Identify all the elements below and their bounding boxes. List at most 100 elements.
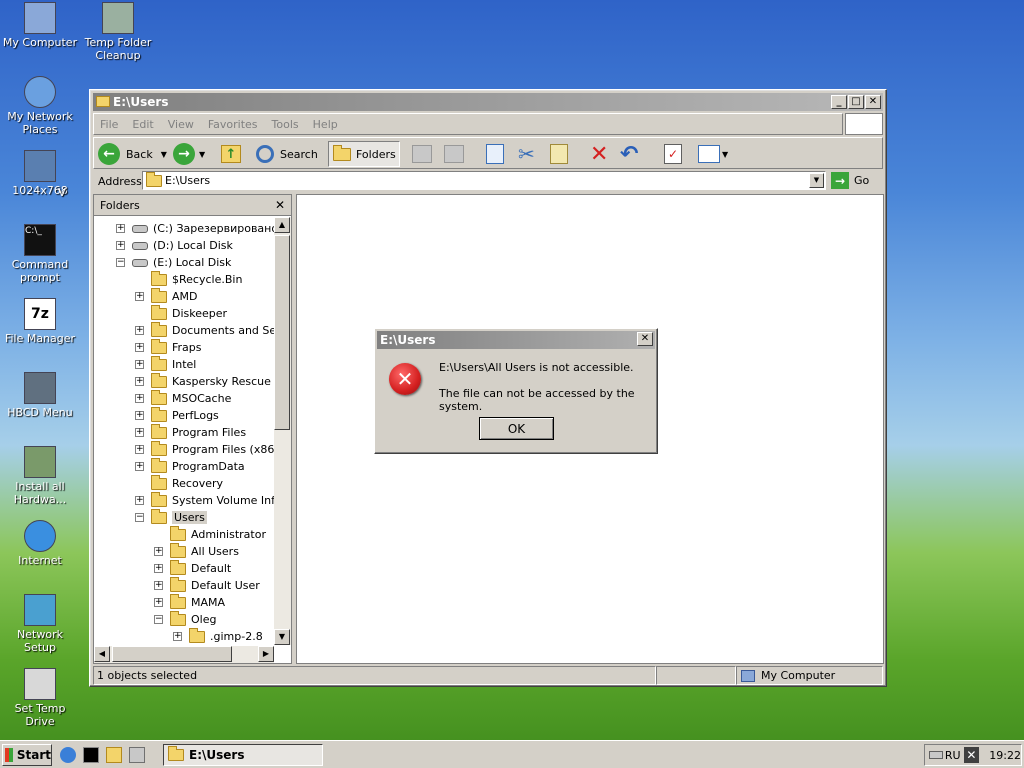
tree-item[interactable]: Default User <box>170 576 260 594</box>
disconnected-network-icon[interactable]: ✕ <box>963 747 980 763</box>
folders-pane-close-icon[interactable]: ✕ <box>275 198 285 212</box>
tree-item[interactable]: .gimp-2.8 <box>189 627 263 645</box>
copy-to-button[interactable] <box>444 141 464 167</box>
tree-item[interactable]: Default <box>170 559 231 577</box>
quicklaunch-desktop-icon[interactable] <box>129 747 145 763</box>
expand-icon[interactable]: + <box>154 547 163 556</box>
network-drive-icon[interactable] <box>929 751 943 759</box>
scroll-left-icon[interactable]: ◀ <box>94 646 110 662</box>
tree-item[interactable]: Administrator <box>170 525 266 543</box>
undo-button[interactable]: ↶ <box>620 141 638 167</box>
expand-icon[interactable]: + <box>154 598 163 607</box>
tree-item[interactable]: Documents and Settin <box>151 321 274 339</box>
folders-button[interactable]: Folders <box>328 141 400 167</box>
tree-horizontal-scrollbar[interactable]: ◀ ▶ <box>94 646 274 663</box>
expand-icon[interactable]: + <box>154 581 163 590</box>
hscroll-thumb[interactable] <box>112 646 232 662</box>
move-to-button[interactable] <box>412 141 432 167</box>
tree-item[interactable]: (D:) Local Disk <box>132 237 233 254</box>
copy-button[interactable] <box>486 141 504 167</box>
desktop-icon-command-prompt[interactable]: C:\_ Command prompt <box>0 224 80 284</box>
start-button[interactable]: Start <box>2 744 52 766</box>
expand-icon[interactable]: + <box>135 496 144 505</box>
tree-item[interactable]: System Volume Inform <box>151 491 274 509</box>
delete-button[interactable]: ✕ <box>590 141 608 167</box>
paste-button[interactable] <box>550 141 568 167</box>
desktop-icon-network-setup[interactable]: Network Setup <box>0 594 80 654</box>
tree-item[interactable]: Oleg <box>170 610 216 628</box>
address-dropdown-icon[interactable]: ▼ <box>809 173 824 188</box>
window-titlebar[interactable]: E:\Users _ □ ✕ <box>93 93 883 111</box>
minimize-button[interactable]: _ <box>831 95 847 109</box>
tree-item[interactable]: (C:) Зарезервировано си <box>132 220 274 237</box>
expand-icon[interactable]: + <box>173 632 182 641</box>
tree-vertical-scrollbar[interactable]: ▲ ▼ <box>274 217 291 645</box>
taskbar-window-button[interactable]: E:\Users <box>163 744 323 766</box>
language-indicator[interactable]: RU <box>945 749 961 762</box>
forward-button[interactable]: → ▼ <box>173 141 205 167</box>
tree-item[interactable]: Recovery <box>151 474 223 492</box>
search-button[interactable]: Search <box>256 141 318 167</box>
close-button[interactable]: ✕ <box>865 95 881 109</box>
scroll-up-icon[interactable]: ▲ <box>274 217 290 233</box>
tree-item[interactable]: Diskeeper <box>151 304 227 322</box>
quicklaunch-ie-icon[interactable] <box>60 747 76 763</box>
dialog-titlebar[interactable]: E:\Users ✕ <box>377 331 655 349</box>
desktop-icon-7zip[interactable]: 7z File Manager <box>0 298 80 345</box>
tree-item[interactable]: All Users <box>170 542 239 560</box>
expand-icon[interactable]: + <box>135 411 144 420</box>
expand-icon[interactable]: + <box>116 224 125 233</box>
menu-favorites[interactable]: Favorites <box>208 118 258 131</box>
maximize-button[interactable]: □ <box>848 95 864 109</box>
expand-icon[interactable]: + <box>135 360 144 369</box>
expand-icon[interactable]: + <box>154 564 163 573</box>
expand-icon[interactable]: + <box>116 241 125 250</box>
menu-file[interactable]: File <box>100 118 118 131</box>
up-folder-button[interactable]: ↑ <box>221 141 241 167</box>
tree-item[interactable]: MSOCache <box>151 389 231 407</box>
collapse-icon[interactable]: − <box>154 615 163 624</box>
dialog-close-button[interactable]: ✕ <box>637 332 653 346</box>
collapse-icon[interactable]: − <box>135 513 144 522</box>
tree-item[interactable]: Kaspersky Rescue Dis <box>151 372 274 390</box>
menu-help[interactable]: Help <box>313 118 338 131</box>
scroll-down-icon[interactable]: ▼ <box>274 629 290 645</box>
desktop-icon-hardware[interactable]: Install all Hardwa... <box>0 446 80 506</box>
expand-icon[interactable]: + <box>135 394 144 403</box>
menu-tools[interactable]: Tools <box>272 118 299 131</box>
tree-item[interactable]: Program Files (x86) <box>151 440 274 458</box>
views-button[interactable]: ▼ <box>698 141 728 167</box>
collapse-icon[interactable]: − <box>116 258 125 267</box>
menu-edit[interactable]: Edit <box>132 118 153 131</box>
expand-icon[interactable]: + <box>135 343 144 352</box>
tree-item[interactable]: ProgramData <box>151 457 245 475</box>
tree-item[interactable]: PerfLogs <box>151 406 219 424</box>
properties-button[interactable]: ✓ <box>664 141 682 167</box>
quicklaunch-folder-icon[interactable] <box>106 747 122 763</box>
tree-item[interactable]: Users <box>151 508 207 526</box>
tree-item[interactable]: $Recycle.Bin <box>151 270 242 288</box>
tree-item[interactable]: Intel <box>151 355 196 373</box>
tree-item[interactable]: (E:) Local Disk <box>132 254 231 271</box>
tree-item[interactable]: Fraps <box>151 338 202 356</box>
go-button[interactable]: → Go <box>831 171 869 190</box>
tree-item[interactable]: AMD <box>151 287 198 305</box>
address-input[interactable]: E:\Users ▼ <box>142 171 826 190</box>
tree-item[interactable]: Program Files <box>151 423 246 441</box>
cut-button[interactable]: ✂ <box>518 141 535 167</box>
ok-button[interactable]: OK <box>479 417 554 440</box>
menu-view[interactable]: View <box>168 118 194 131</box>
back-button[interactable]: ← Back ▼ <box>98 141 167 167</box>
scroll-right-icon[interactable]: ▶ <box>258 646 274 662</box>
expand-icon[interactable]: + <box>135 377 144 386</box>
expand-icon[interactable]: + <box>135 292 144 301</box>
desktop-icon-tools[interactable]: HBCD Menu <box>0 372 80 419</box>
expand-icon[interactable]: + <box>135 428 144 437</box>
expand-icon[interactable]: + <box>135 326 144 335</box>
desktop-icon-drive[interactable]: Set Temp Drive <box>0 668 80 728</box>
desktop-icon-recycle[interactable]: Temp Folder Cleanup <box>78 2 158 62</box>
desktop-icon-my-computer[interactable]: My Computer <box>0 2 80 49</box>
desktop-icon-network-places[interactable]: My Network Places <box>0 76 80 136</box>
expand-icon[interactable]: + <box>135 445 144 454</box>
expand-icon[interactable]: + <box>135 462 144 471</box>
